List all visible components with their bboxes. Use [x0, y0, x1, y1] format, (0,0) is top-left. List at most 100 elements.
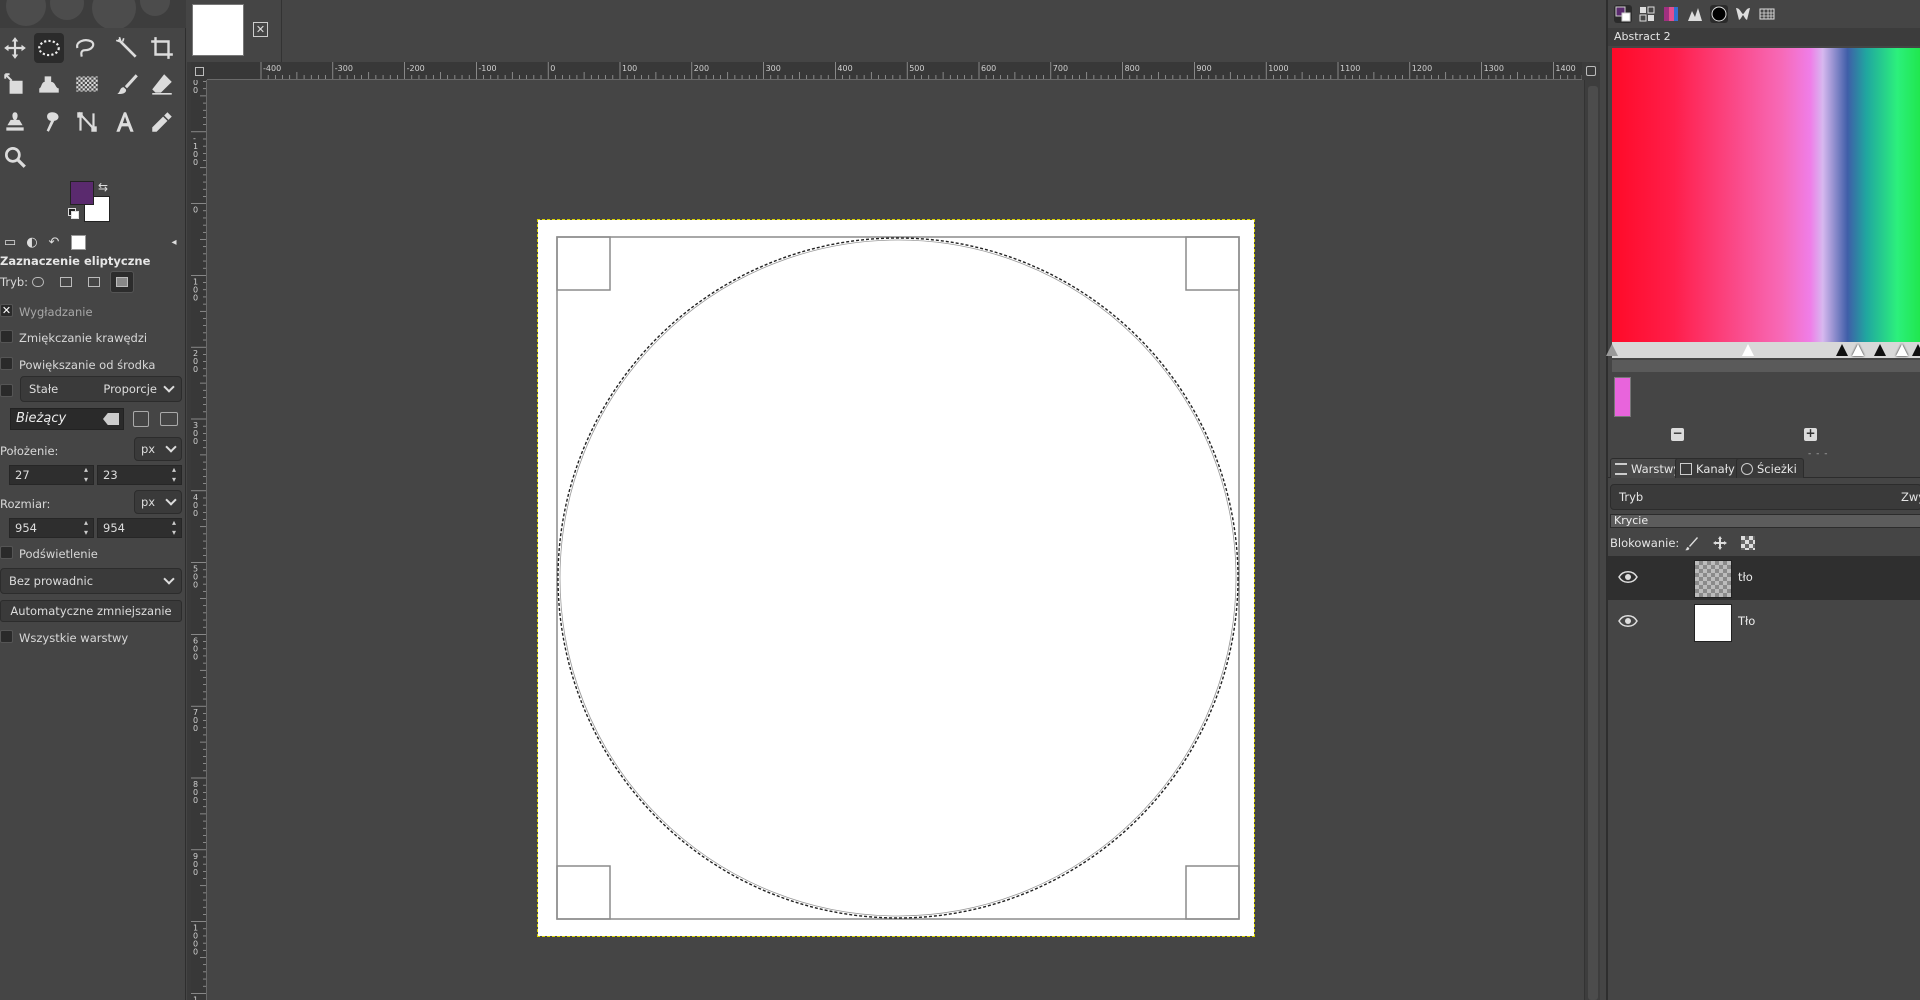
visibility-eye-icon[interactable]	[1618, 570, 1638, 584]
unified-transform-tool-icon[interactable]	[0, 69, 30, 99]
vertical-scrollbar[interactable]	[1584, 80, 1600, 1000]
zoom-in-icon[interactable]: +	[1804, 427, 1817, 441]
image-canvas[interactable]	[537, 219, 1255, 937]
close-image-icon[interactable]: ✕	[253, 22, 268, 37]
paths-tool-icon[interactable]	[72, 107, 102, 137]
lock-pixels-icon[interactable]	[1684, 535, 1700, 551]
position-unit-value: px	[141, 442, 156, 456]
layer-row[interactable]: tło	[1608, 556, 1920, 600]
image-tab-thumbnail[interactable]	[192, 4, 244, 56]
tool-options-tab-icon[interactable]: ▭	[0, 232, 20, 252]
quick-mask-icon[interactable]	[191, 62, 207, 80]
gradient-stop[interactable]	[1896, 344, 1908, 356]
dynamics-tab-icon[interactable]	[1734, 5, 1752, 23]
ellipse-select-tool-icon[interactable]	[34, 33, 64, 63]
mode-add-button[interactable]	[54, 271, 78, 293]
layer-thumbnail[interactable]	[1694, 604, 1732, 642]
lock-position-icon[interactable]	[1712, 535, 1728, 551]
fg-bg-color-tab-icon[interactable]	[1614, 5, 1632, 23]
vertical-ruler[interactable]: -200-10001002003004005006007008009001000…	[191, 80, 207, 1000]
clear-icon[interactable]	[103, 413, 119, 425]
brushes-tab-icon[interactable]	[1710, 5, 1728, 23]
layer-mode-label: Tryb	[1619, 490, 1644, 504]
tab-channels[interactable]: Kanały	[1675, 458, 1742, 478]
aspect-entry[interactable]: Bieżący	[10, 408, 124, 430]
layer-row[interactable]: Tło	[1608, 600, 1920, 644]
antialiasing-checkbox[interactable]: ✕	[0, 304, 13, 317]
position-unit-combo[interactable]: px	[134, 437, 182, 461]
move-tool-icon[interactable]	[0, 33, 30, 63]
clone-tool-icon[interactable]	[0, 107, 30, 137]
canvas-area[interactable]	[207, 80, 1584, 1000]
foreground-color-swatch[interactable]	[70, 181, 94, 205]
layer-mode-combo[interactable]: Tryb Zwy	[1610, 484, 1920, 510]
fixed-aspect-combo[interactable]: Stałe Proporcje	[20, 376, 182, 402]
size-unit-combo[interactable]: px	[134, 490, 182, 514]
zoom-tool-icon[interactable]	[0, 142, 30, 172]
landscape-icon[interactable]	[160, 412, 178, 426]
aspect-entry-value: Bieżący	[16, 411, 67, 426]
tab-paths[interactable]: Ścieżki	[1736, 458, 1804, 478]
gradient-stop[interactable]	[1852, 344, 1864, 356]
gradient-stop[interactable]	[1836, 344, 1848, 356]
feather-edges-checkbox[interactable]	[0, 330, 13, 343]
mode-subtract-button[interactable]	[82, 271, 106, 293]
smudge-tool-icon[interactable]	[36, 107, 66, 137]
device-status-tab-icon[interactable]: ◐	[22, 232, 42, 252]
handle-top-right[interactable]	[1185, 236, 1240, 291]
size-height-input[interactable]: 954	[97, 518, 182, 538]
undo-history-tab-icon[interactable]: ↶	[44, 232, 64, 252]
lock-alpha-icon[interactable]	[1740, 535, 1756, 551]
text-tool-icon[interactable]	[110, 107, 140, 137]
opacity-slider[interactable]: Krycie	[1610, 514, 1920, 528]
all-layers-checkbox[interactable]	[0, 630, 13, 643]
warp-transform-tool-icon[interactable]	[34, 69, 64, 99]
gradient-stop[interactable]	[1606, 344, 1618, 356]
ellipse-selection-outline[interactable]	[557, 237, 1239, 919]
dock-menu-icon[interactable]: ◂	[164, 232, 184, 252]
visibility-eye-icon[interactable]	[1618, 614, 1638, 628]
free-select-tool-icon[interactable]	[70, 33, 100, 63]
gradients-tab-icon[interactable]	[1662, 5, 1680, 23]
gradient-stop[interactable]	[1874, 344, 1886, 356]
highlight-checkbox[interactable]	[0, 546, 13, 559]
gradient-stop[interactable]	[1742, 344, 1754, 356]
pattern-fill-tab-icon[interactable]	[1758, 5, 1776, 23]
layer-name[interactable]: Tło	[1738, 614, 1755, 628]
mode-intersect-button[interactable]	[110, 271, 134, 293]
gradient-tool-icon[interactable]	[72, 69, 102, 99]
position-y-input[interactable]: 23	[97, 465, 182, 485]
mode-replace-button[interactable]	[26, 271, 50, 293]
horizontal-ruler[interactable]: -400 -300 -200 -100 0 100 200 300 400 500 600 700 80…	[207, 62, 1582, 80]
position-x-input[interactable]: 27	[9, 465, 94, 485]
gradient-preview[interactable]	[1612, 48, 1920, 342]
paintbrush-tool-icon[interactable]	[112, 69, 142, 99]
gradient-stops-bar[interactable]	[1606, 342, 1920, 358]
pattern-tab-icon[interactable]	[1638, 5, 1656, 23]
fuzzy-select-tool-icon[interactable]	[112, 33, 142, 63]
scrollbar-thumb[interactable]	[1588, 86, 1598, 1000]
guides-combo[interactable]: Bez prowadnic	[0, 568, 182, 594]
expand-from-center-checkbox[interactable]	[0, 357, 13, 370]
color-picker-tool-icon[interactable]	[147, 107, 177, 137]
navigate-icon[interactable]	[1582, 62, 1600, 80]
handle-bottom-left[interactable]	[556, 865, 611, 920]
zoom-out-icon[interactable]: −	[1671, 427, 1684, 441]
auto-shrink-button[interactable]: Automatyczne zmniejszanie	[0, 600, 182, 622]
portrait-icon[interactable]	[133, 411, 149, 427]
handle-bottom-right[interactable]	[1185, 865, 1240, 920]
stop-color-swatch[interactable]	[1614, 377, 1631, 417]
size-width-input[interactable]: 954	[9, 518, 94, 538]
handle-top-left[interactable]	[556, 236, 611, 291]
swap-colors-icon[interactable]: ⇆	[98, 180, 108, 194]
layer-name[interactable]: tło	[1738, 570, 1753, 584]
histogram-tab-icon[interactable]	[1686, 5, 1704, 23]
images-tab-icon[interactable]	[68, 232, 88, 252]
gradient-range-bar[interactable]	[1612, 360, 1920, 372]
eraser-tool-icon[interactable]	[147, 69, 177, 99]
reset-colors-icon[interactable]	[68, 208, 79, 219]
crop-tool-icon[interactable]	[147, 33, 177, 63]
gradient-stop[interactable]	[1912, 344, 1920, 356]
fixed-checkbox[interactable]	[0, 384, 13, 397]
layer-thumbnail[interactable]	[1694, 560, 1732, 598]
